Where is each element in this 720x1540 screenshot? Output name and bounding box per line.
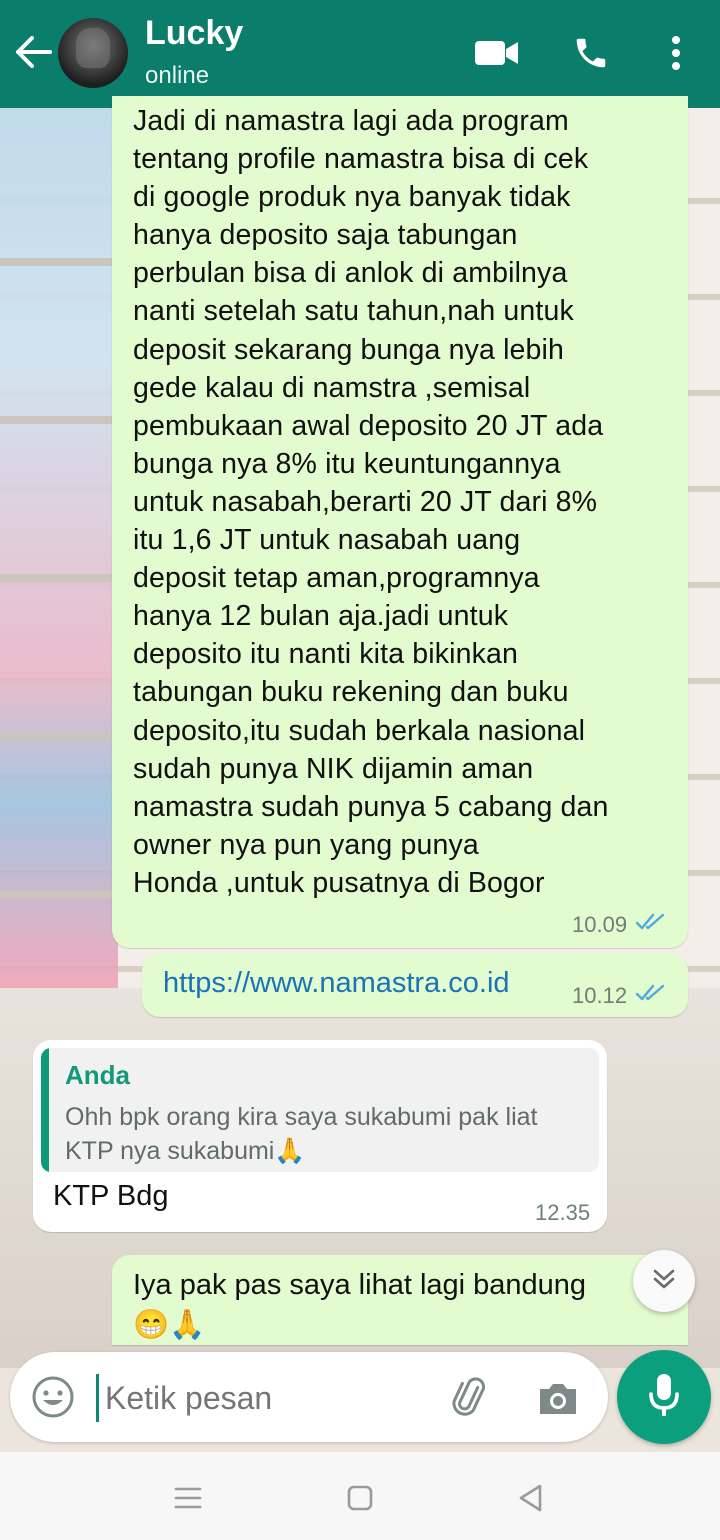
message-meta: 10.12	[572, 983, 667, 1009]
quote-text: Ohh bpk orang kira saya sukabumi pak lia…	[65, 1103, 538, 1165]
message-time: 10.12	[572, 983, 628, 1008]
camera-icon[interactable]	[534, 1374, 582, 1422]
more-vert-icon[interactable]	[658, 30, 694, 76]
scroll-to-bottom-button[interactable]	[633, 1250, 695, 1312]
message-input[interactable]	[96, 1374, 437, 1422]
message-text: Iya pak pas saya lihat lagi bandung 😁🙏	[133, 1269, 587, 1341]
message-bubble-incoming[interactable]: Anda Ohh bpk orang kira saya sukabumi pa…	[33, 1040, 607, 1232]
quoted-message[interactable]: Anda Ohh bpk orang kira saya sukabumi pa…	[41, 1048, 599, 1172]
message-text: KTP Bdg	[53, 1180, 169, 1212]
message-text: Jadi di namastra lagi ada program tentan…	[133, 105, 609, 899]
message-bubble-outgoing[interactable]: Jadi di namastra lagi ada program tentan…	[112, 96, 688, 948]
message-link[interactable]: https://www.namastra.co.id	[163, 967, 510, 1000]
contact-status: online	[145, 62, 210, 89]
message-time: 10.09	[572, 912, 628, 937]
message-meta: 12.35	[535, 1200, 590, 1226]
read-ticks-icon	[635, 912, 667, 938]
back-arrow-icon[interactable]	[14, 30, 54, 74]
message-composer	[10, 1352, 608, 1442]
message-meta: 10.09	[572, 912, 667, 938]
message-bubble-outgoing[interactable]: https://www.namastra.co.id 10.12	[142, 953, 688, 1017]
quote-author: Anda	[65, 1060, 130, 1090]
emoji-icon[interactable]	[30, 1374, 76, 1420]
microphone-icon	[647, 1372, 681, 1422]
contact-name[interactable]: Lucky	[145, 14, 243, 53]
quote-bar	[41, 1048, 49, 1172]
home-square-icon[interactable]	[342, 1480, 378, 1516]
recents-menu-icon[interactable]	[170, 1480, 206, 1516]
voice-message-button[interactable]	[617, 1350, 711, 1444]
back-triangle-icon[interactable]	[512, 1480, 548, 1516]
phone-icon[interactable]	[568, 30, 614, 76]
attach-icon[interactable]	[448, 1374, 496, 1422]
video-call-icon[interactable]	[472, 30, 522, 76]
message-time: 12.35	[535, 1200, 591, 1225]
contact-avatar[interactable]	[58, 18, 128, 88]
system-navigation-bar	[0, 1452, 720, 1540]
chat-header: Lucky online	[0, 0, 720, 108]
double-chevron-down-icon	[651, 1267, 677, 1295]
read-ticks-icon	[635, 983, 667, 1009]
message-bubble-outgoing[interactable]: Iya pak pas saya lihat lagi bandung 😁🙏	[112, 1255, 688, 1345]
